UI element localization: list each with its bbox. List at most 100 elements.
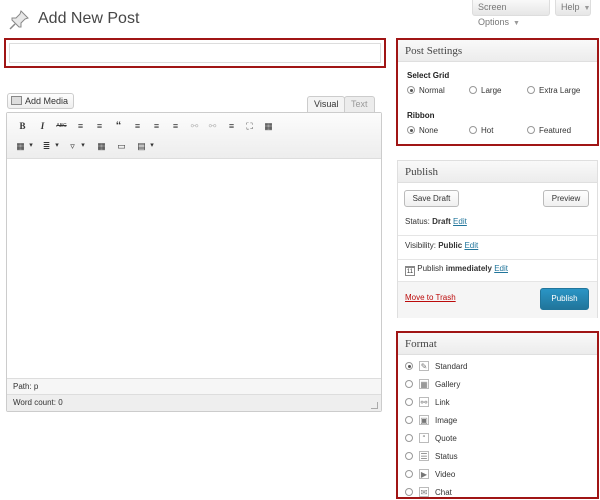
add-media-label: Add Media	[25, 96, 69, 106]
post-settings-title: Post Settings	[398, 40, 597, 62]
publish-time-value: immediately	[445, 264, 492, 273]
resize-handle-icon[interactable]	[371, 402, 378, 409]
calendar-icon: 11	[405, 266, 415, 276]
editor-toolbar: B I ABC ≡ ≡ “ ≡ ≡ ≡ ⚯ ⚯ ≡ ⛶ ▦ ▦ ▾ ≣ ▾ ▿ …	[7, 113, 381, 159]
ribbon-featured-label: Featured	[539, 126, 572, 135]
grid-normal-label: Normal	[419, 86, 445, 95]
format-chat-radio[interactable]	[405, 488, 413, 496]
ribbon-hot-label: Hot	[481, 126, 494, 135]
help-button[interactable]: Help ▼	[555, 0, 591, 16]
select-grid-label: Select Grid	[407, 71, 450, 80]
grid-large-label: Large	[481, 86, 502, 95]
format-quote-radio[interactable]	[405, 434, 413, 442]
publish-time-label: Publish	[417, 264, 444, 273]
tab-visual[interactable]: Visual	[307, 96, 346, 113]
format-status-label: Status	[435, 452, 458, 461]
image-icon: ▣	[419, 415, 429, 425]
align-center-button[interactable]: ≡	[150, 120, 163, 132]
post-editor[interactable]: B I ABC ≡ ≡ “ ≡ ≡ ≡ ⚯ ⚯ ≡ ⛶ ▦ ▦ ▾ ≣ ▾ ▿ …	[6, 112, 382, 412]
media-icon	[11, 96, 22, 105]
bold-button[interactable]: B	[16, 120, 29, 132]
text-color-icon[interactable]: ≣	[40, 140, 53, 152]
visibility-label: Visibility:	[405, 241, 436, 250]
publish-button[interactable]: Publish	[540, 288, 589, 310]
align-right-button[interactable]: ≡	[169, 120, 182, 132]
chevron-down-icon[interactable]: ▾	[79, 140, 87, 152]
word-count: Word count: 0	[7, 394, 381, 411]
editor-path: Path: p	[7, 378, 381, 394]
grid-large-radio[interactable]	[469, 86, 477, 94]
format-quote-label: Quote	[435, 434, 457, 443]
format-link-label: Link	[435, 398, 450, 407]
edit-visibility-link[interactable]: Edit	[464, 241, 478, 250]
status-icon: ☰	[419, 451, 429, 461]
bullet-list-button[interactable]: ≡	[74, 120, 87, 132]
post-title-input[interactable]	[4, 38, 386, 68]
status-value: Draft	[432, 217, 451, 226]
insert-link-button[interactable]: ⚯	[188, 120, 201, 132]
chevron-down-icon[interactable]: ▾	[27, 140, 35, 152]
pin-icon: ✎	[419, 361, 429, 371]
status-label: Status:	[405, 217, 430, 226]
quote-icon: “	[419, 433, 429, 443]
divider	[398, 235, 597, 236]
format-gallery-label: Gallery	[435, 380, 461, 389]
add-media-button[interactable]: Add Media	[7, 93, 75, 109]
format-video-label: Video	[435, 470, 456, 479]
format-video-radio[interactable]	[405, 470, 413, 478]
fullscreen-button[interactable]: ⛶	[243, 120, 256, 132]
grid-extra-large-radio[interactable]	[527, 86, 535, 94]
video-icon: ▶	[419, 469, 429, 479]
format-status-radio[interactable]	[405, 452, 413, 460]
numbered-list-button[interactable]: ≡	[93, 120, 106, 132]
ribbon-featured-radio[interactable]	[527, 126, 535, 134]
screen-options-button[interactable]: Screen Options ▼	[472, 0, 550, 27]
post-settings-box: Post Settings Select Grid Normal Large E…	[396, 38, 599, 146]
screen-options-label: Screen Options	[478, 2, 510, 27]
align-left-button[interactable]: ≡	[131, 120, 144, 132]
format-select-icon[interactable]: ▦	[14, 140, 27, 152]
table-icon[interactable]: ▦	[95, 140, 108, 152]
ribbon-none-radio[interactable]	[407, 126, 415, 134]
format-standard-radio[interactable]	[405, 362, 413, 370]
format-link-radio[interactable]	[405, 398, 413, 406]
format-image-radio[interactable]	[405, 416, 413, 424]
italic-button[interactable]: I	[36, 120, 49, 132]
publish-box: Publish Save Draft Preview Status: Draft…	[397, 160, 598, 318]
special-char-icon[interactable]: ▭	[115, 140, 128, 152]
kitchen-sink-button[interactable]: ▦	[262, 120, 275, 132]
preview-button[interactable]: Preview	[543, 190, 589, 207]
post-title-field[interactable]	[9, 43, 381, 63]
edit-status-link[interactable]: Edit	[453, 217, 467, 226]
link-icon: ⚯	[419, 397, 429, 407]
paragraph-icon[interactable]: ▤	[135, 140, 148, 152]
grid-extra-large-label: Extra Large	[539, 86, 581, 95]
save-draft-button[interactable]: Save Draft	[404, 190, 459, 207]
help-label: Help	[561, 2, 580, 12]
tab-text[interactable]: Text	[344, 96, 375, 113]
divider	[398, 259, 597, 260]
paste-icon[interactable]: ▿	[66, 140, 79, 152]
format-chat-label: Chat	[435, 488, 452, 497]
format-box: Format ✎ Standard ▦ Gallery ⚯ Link ▣ Image “ Quot…	[396, 331, 599, 499]
visibility-value: Public	[438, 241, 463, 250]
format-image-label: Image	[435, 416, 458, 425]
chevron-down-icon[interactable]: ▾	[148, 140, 156, 152]
chevron-down-icon: ▼	[583, 5, 591, 12]
grid-normal-radio[interactable]	[407, 86, 415, 94]
unlink-button[interactable]: ⚯	[206, 120, 219, 132]
move-to-trash-link[interactable]: Move to Trash	[405, 293, 456, 302]
ribbon-none-label: None	[419, 126, 439, 135]
insert-more-button[interactable]: ≡	[225, 120, 238, 132]
ribbon-hot-radio[interactable]	[469, 126, 477, 134]
word-count-label: Word count: 0	[13, 398, 63, 407]
publish-title: Publish	[398, 161, 597, 183]
strikethrough-button[interactable]: ABC	[55, 120, 68, 132]
chevron-down-icon[interactable]: ▾	[53, 140, 61, 152]
chevron-down-icon: ▼	[513, 20, 520, 27]
status-row: Status: Draft Edit	[405, 217, 467, 226]
format-gallery-radio[interactable]	[405, 380, 413, 388]
schedule-row: 11 Publish immediately Edit	[405, 264, 508, 276]
edit-publish-time-link[interactable]: Edit	[494, 264, 508, 273]
blockquote-button[interactable]: “	[112, 120, 125, 132]
